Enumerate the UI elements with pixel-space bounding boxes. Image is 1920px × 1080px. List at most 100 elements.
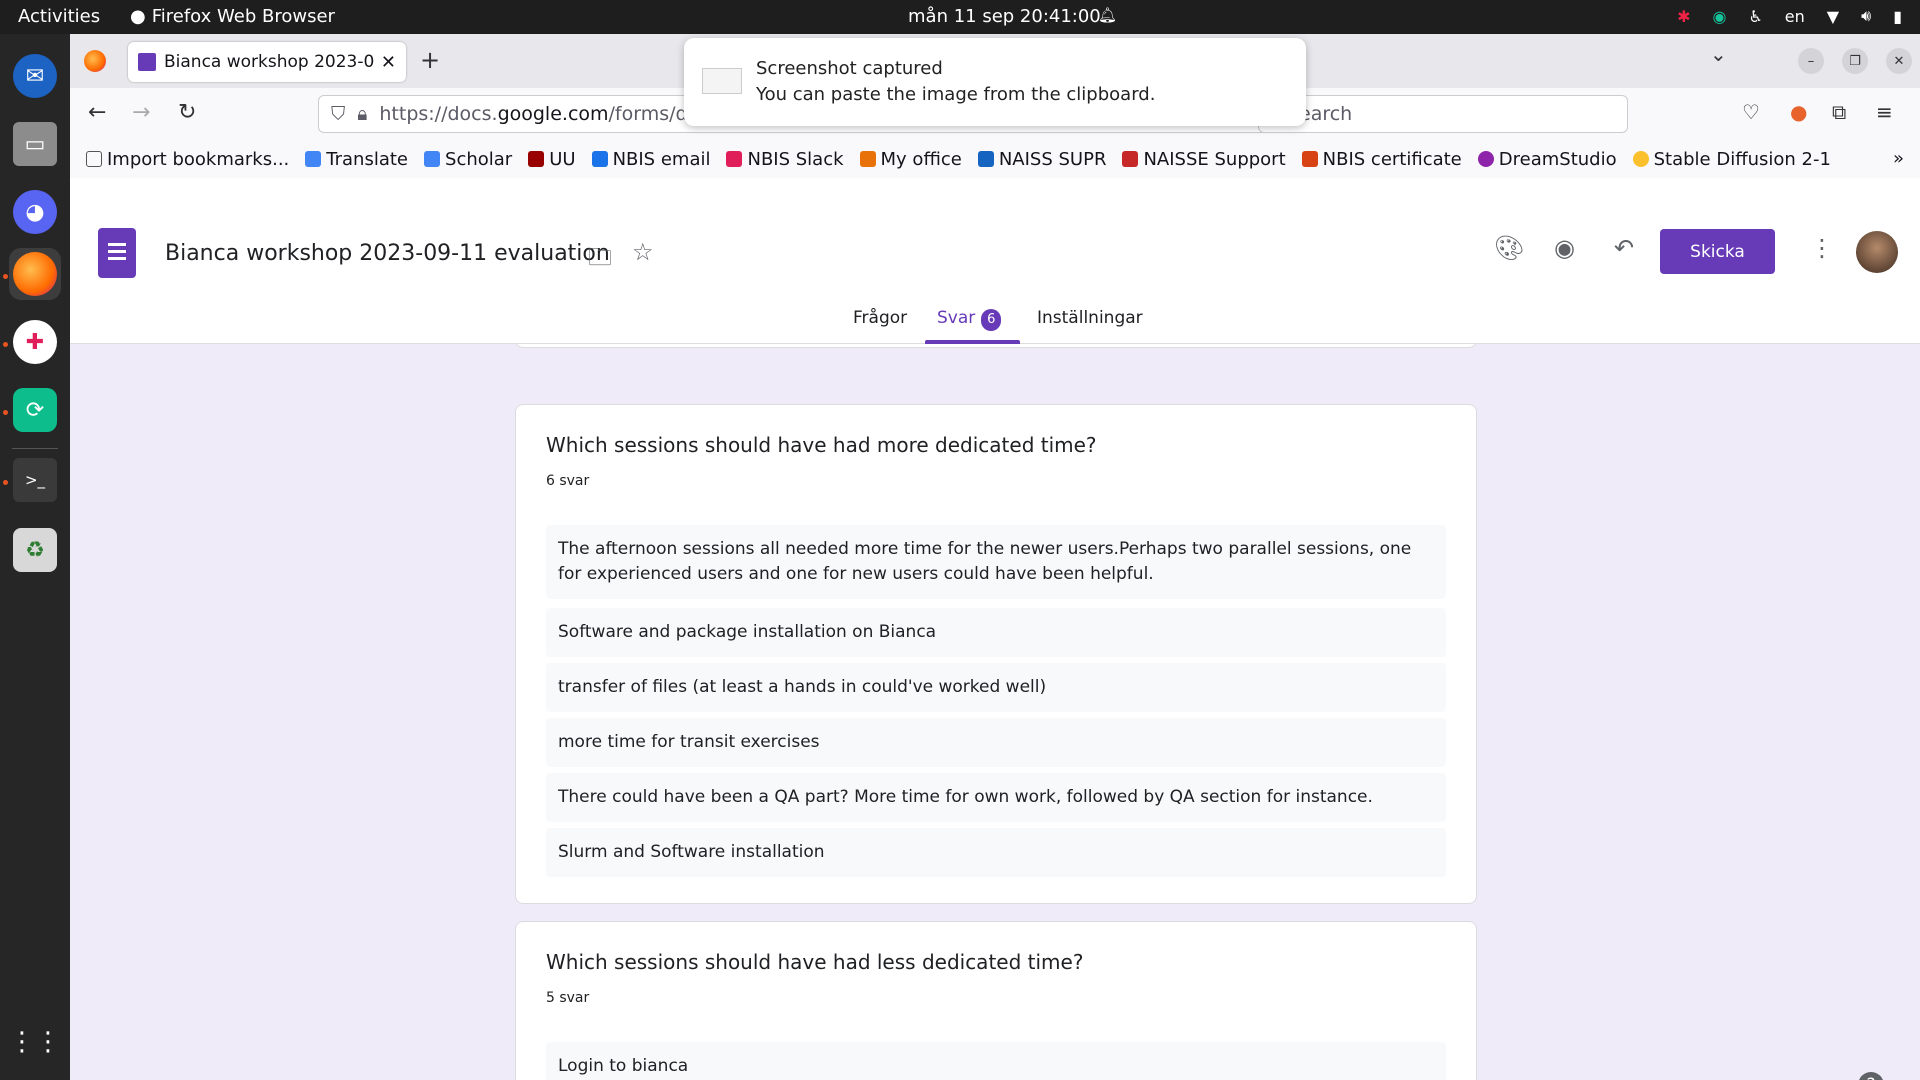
folder-icon[interactable]: 🗀 — [588, 240, 612, 281]
tab-responses[interactable]: Svar 6 — [937, 308, 1002, 331]
certificate-icon — [1301, 151, 1318, 167]
firefox-view-icon[interactable] — [84, 50, 106, 72]
response-count: 6 svar — [546, 473, 590, 489]
dock-files[interactable]: ▭ — [9, 118, 61, 170]
more-vert-icon[interactable]: ⋮ — [1810, 234, 1834, 262]
grid-icon: ⋮⋮ — [9, 1027, 61, 1057]
files-icon: ▭ — [13, 122, 57, 166]
reload-button[interactable]: ↻ — [178, 100, 196, 125]
huggingface-icon — [1632, 151, 1649, 167]
new-tab-button[interactable]: + — [420, 46, 440, 74]
bug-icon[interactable]: ✱ — [1677, 7, 1690, 26]
dock-firefox[interactable] — [9, 248, 61, 300]
dock-discord[interactable]: ◕ — [9, 186, 61, 238]
screenshot-notification[interactable]: Screenshot captured You can paste the im… — [684, 38, 1306, 126]
accessibility-icon[interactable]: ♿︎ — [1748, 7, 1762, 26]
app-menu[interactable]: ● Firefox Web Browser — [130, 6, 335, 27]
battery-icon[interactable]: ▮ — [1893, 7, 1902, 26]
search-bar[interactable]: earch — [1258, 95, 1628, 133]
system-top-bar: Activities ● Firefox Web Browser mån 11 … — [0, 0, 1920, 34]
star-icon[interactable]: ☆ — [632, 238, 654, 266]
trash-icon: ♻ — [13, 528, 57, 572]
responses-count-badge: 6 — [981, 309, 1002, 331]
question-card: Which sessions should have had less dedi… — [515, 921, 1477, 1080]
notification-title: Screenshot captured — [756, 58, 943, 79]
response-item: transfer of files (at least a hands in c… — [546, 663, 1446, 712]
activities-button[interactable]: Activities — [18, 6, 100, 27]
volume-icon[interactable]: 🔊︎ — [1861, 6, 1871, 26]
maximize-button[interactable]: ❐ — [1842, 48, 1868, 74]
extensions-icon[interactable]: ⧉ — [1832, 100, 1846, 124]
response-item: Slurm and Software installation — [546, 828, 1446, 877]
bookmark-item[interactable]: Scholar — [424, 149, 512, 170]
language-indicator[interactable]: en — [1785, 7, 1805, 26]
scholar-icon — [424, 151, 441, 167]
bookmark-item[interactable]: NBIS certificate — [1301, 149, 1462, 170]
notification-body: You can paste the image from the clipboa… — [756, 84, 1156, 105]
forms-logo-icon[interactable] — [98, 228, 136, 278]
duckduckgo-icon[interactable]: ● — [1790, 100, 1807, 124]
help-icon[interactable]: ? — [1858, 1072, 1884, 1080]
preview-eye-icon[interactable]: ◉ — [1554, 234, 1575, 262]
thunderbird-icon: ✉ — [13, 54, 57, 98]
running-indicator — [3, 274, 8, 279]
bookmark-item[interactable]: NAISS SUPR — [977, 149, 1106, 170]
dock-trash[interactable]: ♻ — [9, 524, 61, 576]
question-card: Which sessions should have had more dedi… — [515, 404, 1477, 904]
bookmark-item[interactable]: NBIS Slack — [726, 149, 844, 170]
tab-forms[interactable]: Bianca workshop 2023-0⁠9 ✕ — [128, 42, 406, 82]
tab-settings[interactable]: Inställningar — [1037, 308, 1143, 328]
import-icon — [86, 151, 102, 167]
bookmark-item[interactable]: Import bookmarks... — [86, 149, 289, 170]
bell-icon: 🔔︎ — [1098, 6, 1118, 24]
system-tray[interactable]: ✱ ◉ ♿︎ en ▼ 🔊︎ ▮ — [1677, 6, 1902, 26]
undo-icon[interactable]: ↶ — [1614, 234, 1634, 262]
response-item: Software and package installation on Bia… — [546, 608, 1446, 657]
element-icon: ⟳ — [13, 388, 57, 432]
tab-list-icon[interactable]: ⌄ — [1710, 42, 1727, 66]
dock-terminal[interactable]: >_ — [9, 454, 61, 506]
chevron-right-icon[interactable]: » — [1893, 148, 1904, 169]
form-title[interactable]: Bianca workshop 2023-09-11 evaluation — [165, 241, 610, 266]
show-apps-button[interactable]: ⋮⋮ — [9, 1016, 61, 1068]
dock-slack[interactable]: ✚ — [9, 316, 61, 368]
forward-button[interactable]: → — [132, 100, 150, 125]
wifi-icon[interactable]: ▼ — [1827, 7, 1839, 26]
tab-title: Bianca workshop 2023-0⁠9 — [164, 52, 374, 72]
minimize-button[interactable]: – — [1798, 48, 1824, 74]
send-button[interactable]: Skicka — [1660, 229, 1775, 274]
discord-icon: ◕ — [13, 190, 57, 234]
responses-content[interactable]: Which sessions should have had more dedi… — [70, 344, 1920, 1080]
url-text[interactable]: https://docs.google.com/forms/d — [379, 103, 687, 125]
firefox-icon: ● — [130, 6, 146, 27]
tab-responses-label: Svar — [937, 308, 976, 328]
bookmark-item[interactable]: My office — [859, 149, 962, 170]
pocket-icon[interactable]: ♡ — [1742, 100, 1760, 124]
dock-element[interactable]: ⟳ — [9, 384, 61, 436]
lock-icon[interactable]: 🔒︎ — [357, 103, 367, 125]
close-tab-icon[interactable]: ✕ — [381, 52, 396, 73]
palette-icon[interactable]: 🎨︎ — [1494, 234, 1524, 262]
tab-questions[interactable]: Frågor — [853, 308, 907, 328]
avatar[interactable] — [1856, 231, 1898, 273]
terminal-icon: >_ — [13, 458, 57, 502]
back-button[interactable]: ← — [88, 100, 106, 125]
bookmark-item[interactable]: DreamStudio — [1477, 149, 1617, 170]
running-indicator — [3, 480, 8, 485]
menu-icon[interactable]: ≡ — [1876, 100, 1893, 124]
dock-separator — [12, 448, 58, 449]
shield-icon[interactable]: ⛉ — [331, 103, 345, 125]
bookmark-item[interactable]: NBIS email — [591, 149, 710, 170]
clock[interactable]: mån 11 sep 20:41:00 — [908, 6, 1101, 27]
bookmark-item[interactable]: UU — [528, 149, 576, 170]
dreamstudio-icon — [1477, 151, 1494, 167]
bookmark-item[interactable]: Stable Diffusion 2-1 — [1632, 149, 1831, 170]
grammarly-icon[interactable]: ◉ — [1712, 7, 1726, 26]
bookmark-item[interactable]: NAISSE Support — [1122, 149, 1286, 170]
close-window-button[interactable]: ✕ — [1886, 48, 1912, 74]
dock-thunderbird[interactable]: ✉ — [9, 50, 61, 102]
bookmark-item[interactable]: Translate — [305, 149, 408, 170]
slack-icon: ✚ — [13, 320, 57, 364]
response-item: more time for transit exercises — [546, 718, 1446, 767]
response-count: 5 svar — [546, 990, 590, 1006]
